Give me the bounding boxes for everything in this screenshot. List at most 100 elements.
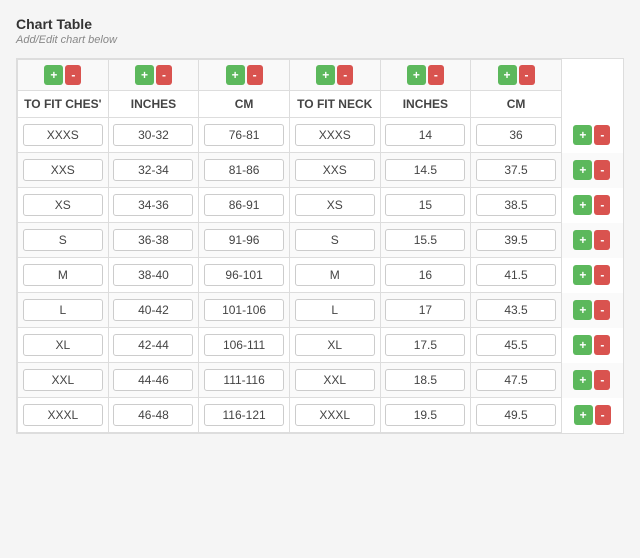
cell-r1-c4 bbox=[289, 118, 380, 153]
input-r5-c5[interactable] bbox=[385, 264, 465, 286]
remove-col-1-button[interactable]: - bbox=[65, 65, 81, 85]
remove-row-9-button[interactable]: - bbox=[595, 405, 611, 425]
input-r5-c4[interactable] bbox=[295, 264, 375, 286]
input-r9-c2[interactable] bbox=[113, 404, 193, 426]
table-row: +- bbox=[18, 188, 623, 223]
input-r6-c2[interactable] bbox=[113, 299, 193, 321]
input-r8-c3[interactable] bbox=[204, 369, 284, 391]
add-row-9-button[interactable]: + bbox=[574, 405, 593, 425]
input-r9-c3[interactable] bbox=[204, 404, 284, 426]
input-r5-c2[interactable] bbox=[113, 264, 193, 286]
input-r9-c4[interactable] bbox=[295, 404, 375, 426]
add-col-1-button[interactable]: + bbox=[44, 65, 63, 85]
add-row-8-button[interactable]: + bbox=[573, 370, 592, 390]
row-3-actions: +- bbox=[561, 188, 622, 223]
input-r5-c6[interactable] bbox=[476, 264, 556, 286]
add-row-6-button[interactable]: + bbox=[573, 300, 592, 320]
add-row-4-button[interactable]: + bbox=[573, 230, 592, 250]
add-row-2-button[interactable]: + bbox=[573, 160, 592, 180]
add-row-3-button[interactable]: + bbox=[573, 195, 592, 215]
input-r7-c2[interactable] bbox=[113, 334, 193, 356]
input-r3-c1[interactable] bbox=[23, 194, 103, 216]
cell-r6-c3 bbox=[199, 293, 290, 328]
input-r2-c5[interactable] bbox=[385, 159, 465, 181]
input-r6-c1[interactable] bbox=[23, 299, 103, 321]
add-col-5-button[interactable]: + bbox=[407, 65, 426, 85]
header-col-2: INCHES bbox=[108, 91, 199, 118]
table-row: +- bbox=[18, 223, 623, 258]
column-headers-row: TO FIT CHES' INCHES CM TO FIT NECK INCHE… bbox=[18, 91, 623, 118]
input-r3-c5[interactable] bbox=[385, 194, 465, 216]
input-r3-c4[interactable] bbox=[295, 194, 375, 216]
add-row-5-button[interactable]: + bbox=[573, 265, 592, 285]
input-r7-c1[interactable] bbox=[23, 334, 103, 356]
input-r4-c6[interactable] bbox=[476, 229, 556, 251]
remove-row-5-button[interactable]: - bbox=[594, 265, 610, 285]
remove-row-4-button[interactable]: - bbox=[594, 230, 610, 250]
input-r2-c6[interactable] bbox=[476, 159, 556, 181]
input-r9-c5[interactable] bbox=[385, 404, 465, 426]
remove-col-6-button[interactable]: - bbox=[519, 65, 535, 85]
input-r9-c1[interactable] bbox=[23, 404, 103, 426]
input-r8-c4[interactable] bbox=[295, 369, 375, 391]
input-r7-c3[interactable] bbox=[204, 334, 284, 356]
remove-col-2-button[interactable]: - bbox=[156, 65, 172, 85]
remove-row-2-button[interactable]: - bbox=[594, 160, 610, 180]
remove-col-4-button[interactable]: - bbox=[337, 65, 353, 85]
remove-row-8-button[interactable]: - bbox=[594, 370, 610, 390]
cell-r3-c2 bbox=[108, 188, 199, 223]
input-r1-c1[interactable] bbox=[23, 124, 103, 146]
cell-r8-c5 bbox=[380, 363, 471, 398]
input-r8-c6[interactable] bbox=[476, 369, 556, 391]
input-r5-c1[interactable] bbox=[23, 264, 103, 286]
input-r1-c6[interactable] bbox=[476, 124, 556, 146]
remove-col-5-button[interactable]: - bbox=[428, 65, 444, 85]
input-r4-c3[interactable] bbox=[204, 229, 284, 251]
input-r5-c3[interactable] bbox=[204, 264, 284, 286]
table-row: +- bbox=[18, 398, 623, 433]
add-col-4-button[interactable]: + bbox=[316, 65, 335, 85]
input-r8-c5[interactable] bbox=[385, 369, 465, 391]
cell-r5-c1 bbox=[18, 258, 109, 293]
remove-row-7-button[interactable]: - bbox=[594, 335, 610, 355]
add-col-6-button[interactable]: + bbox=[498, 65, 517, 85]
cell-r4-c4 bbox=[289, 223, 380, 258]
input-r8-c1[interactable] bbox=[23, 369, 103, 391]
table-row: +- bbox=[18, 118, 623, 153]
input-r4-c1[interactable] bbox=[23, 229, 103, 251]
input-r7-c6[interactable] bbox=[476, 334, 556, 356]
add-col-3-button[interactable]: + bbox=[226, 65, 245, 85]
input-r6-c6[interactable] bbox=[476, 299, 556, 321]
input-r2-c4[interactable] bbox=[295, 159, 375, 181]
input-r9-c6[interactable] bbox=[476, 404, 556, 426]
remove-row-1-button[interactable]: - bbox=[594, 125, 610, 145]
add-row-7-button[interactable]: + bbox=[573, 335, 592, 355]
input-r1-c5[interactable] bbox=[385, 124, 465, 146]
input-r6-c5[interactable] bbox=[385, 299, 465, 321]
input-r2-c1[interactable] bbox=[23, 159, 103, 181]
input-r6-c4[interactable] bbox=[295, 299, 375, 321]
input-r3-c3[interactable] bbox=[204, 194, 284, 216]
add-col-2-button[interactable]: + bbox=[135, 65, 154, 85]
input-r4-c5[interactable] bbox=[385, 229, 465, 251]
input-r4-c4[interactable] bbox=[295, 229, 375, 251]
input-r8-c2[interactable] bbox=[113, 369, 193, 391]
input-r7-c4[interactable] bbox=[295, 334, 375, 356]
remove-row-6-button[interactable]: - bbox=[594, 300, 610, 320]
remove-col-3-button[interactable]: - bbox=[247, 65, 263, 85]
input-r1-c2[interactable] bbox=[113, 124, 193, 146]
col-action-1: +- bbox=[18, 60, 109, 91]
input-r2-c2[interactable] bbox=[113, 159, 193, 181]
input-r1-c4[interactable] bbox=[295, 124, 375, 146]
input-r6-c3[interactable] bbox=[204, 299, 284, 321]
input-r3-c6[interactable] bbox=[476, 194, 556, 216]
remove-row-3-button[interactable]: - bbox=[594, 195, 610, 215]
input-r1-c3[interactable] bbox=[204, 124, 284, 146]
add-row-1-button[interactable]: + bbox=[573, 125, 592, 145]
input-r2-c3[interactable] bbox=[204, 159, 284, 181]
chart-table: +- +- +- +- +- +- bbox=[17, 59, 623, 433]
input-r4-c2[interactable] bbox=[113, 229, 193, 251]
input-r3-c2[interactable] bbox=[113, 194, 193, 216]
cell-r4-c5 bbox=[380, 223, 471, 258]
input-r7-c5[interactable] bbox=[385, 334, 465, 356]
